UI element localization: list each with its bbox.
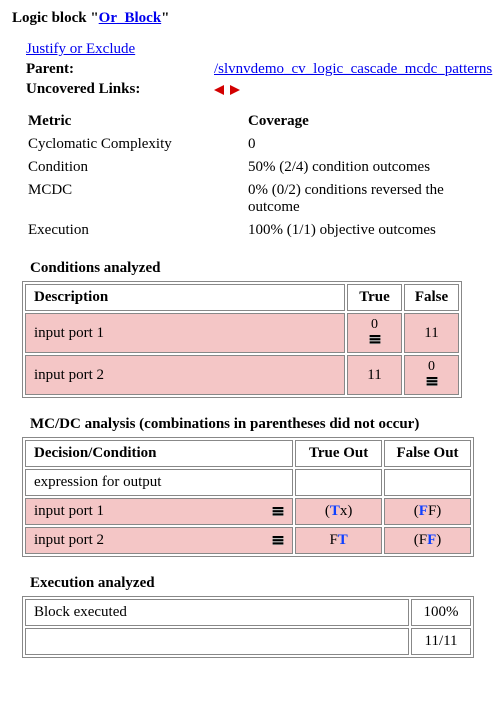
coverage-header: Coverage <box>248 110 468 133</box>
page-title: Logic block "Or_Block" <box>12 10 489 27</box>
exec-label: Block executed <box>25 599 409 626</box>
sigval-link[interactable] <box>426 373 438 389</box>
exec-value: 100% <box>411 599 471 626</box>
metric-label: Execution <box>28 219 248 242</box>
mcdc-table: Decision/Condition True Out False Out ex… <box>22 437 474 557</box>
block-name-link[interactable]: Or_Block <box>99 10 162 26</box>
condition-true-cell: 11 <box>347 355 402 395</box>
mcdc-expr-label: expression for output <box>25 469 293 496</box>
table-row: Block executed 100% <box>25 599 471 626</box>
signal-icon <box>272 536 284 545</box>
parent-link[interactable]: /slvnvdemo_cv_logic_cascade_mcdc_pattern… <box>214 61 492 77</box>
execution-table: Block executed 100% 11/11 <box>22 596 474 658</box>
mcdc-row-label: input port 1 <box>25 498 293 525</box>
metric-value: 100% (1/1) objective outcomes <box>248 219 468 242</box>
sigval-link[interactable] <box>369 331 381 347</box>
metric-label: MCDC <box>28 179 248 219</box>
mcdc-falseout: (FF) <box>384 498 471 525</box>
execution-title: Execution analyzed <box>30 575 489 592</box>
mcdc-row-label: input port 2 <box>25 527 293 554</box>
parent-label: Parent: <box>26 61 214 78</box>
table-row: input port 2 FT (FF) <box>25 527 471 554</box>
mcdc-falseout: (FF) <box>384 527 471 554</box>
conditions-title: Conditions analyzed <box>30 260 489 277</box>
mcdc-trueout: (Tx) <box>295 498 382 525</box>
condition-true-cell: 0 <box>347 313 402 353</box>
conditions-table: Description True False input port 1 0 11… <box>22 281 462 398</box>
exec-label <box>25 628 409 655</box>
arrow-right-icon <box>230 85 240 95</box>
mcdc-dc-header: Decision/Condition <box>25 440 293 467</box>
metric-value: 50% (2/4) condition outcomes <box>248 156 468 179</box>
metric-label: Condition <box>28 156 248 179</box>
condition-desc: input port 2 <box>25 355 345 395</box>
mcdc-falseout-header: False Out <box>384 440 471 467</box>
mcdc-trueout-header: True Out <box>295 440 382 467</box>
table-row: input port 2 11 0 <box>25 355 459 395</box>
metric-label: Cyclomatic Complexity <box>28 133 248 156</box>
uncovered-next-link[interactable] <box>230 81 240 97</box>
condition-false-cell: 0 <box>404 355 459 395</box>
conditions-false-header: False <box>404 284 459 311</box>
exec-value: 11/11 <box>411 628 471 655</box>
mcdc-trueout: FT <box>295 527 382 554</box>
mcdc-title: MC/DC analysis (combinations in parenthe… <box>30 416 489 433</box>
condition-false-cell: 11 <box>404 313 459 353</box>
table-row: input port 1 (Tx) (FF) <box>25 498 471 525</box>
signal-icon <box>369 335 381 344</box>
conditions-true-header: True <box>347 284 402 311</box>
table-row: 11/11 <box>25 628 471 655</box>
metrics-table: Metric Coverage Cyclomatic Complexity0 C… <box>28 110 468 242</box>
metric-value: 0% (0/2) conditions reversed the outcome <box>248 179 468 219</box>
condition-desc: input port 1 <box>25 313 345 353</box>
signal-icon <box>426 377 438 386</box>
metric-header: Metric <box>28 110 248 133</box>
table-row: input port 1 0 11 <box>25 313 459 353</box>
conditions-desc-header: Description <box>25 284 345 311</box>
uncovered-prev-link[interactable] <box>214 81 226 97</box>
justify-exclude-link[interactable]: Justify or Exclude <box>26 41 135 58</box>
signal-icon <box>272 507 284 516</box>
uncovered-links-label: Uncovered Links: <box>26 81 214 98</box>
metric-value: 0 <box>248 133 468 156</box>
sigval-link[interactable] <box>272 503 284 520</box>
sigval-link[interactable] <box>272 532 284 549</box>
arrow-left-icon <box>214 85 224 95</box>
table-row: expression for output <box>25 469 471 496</box>
